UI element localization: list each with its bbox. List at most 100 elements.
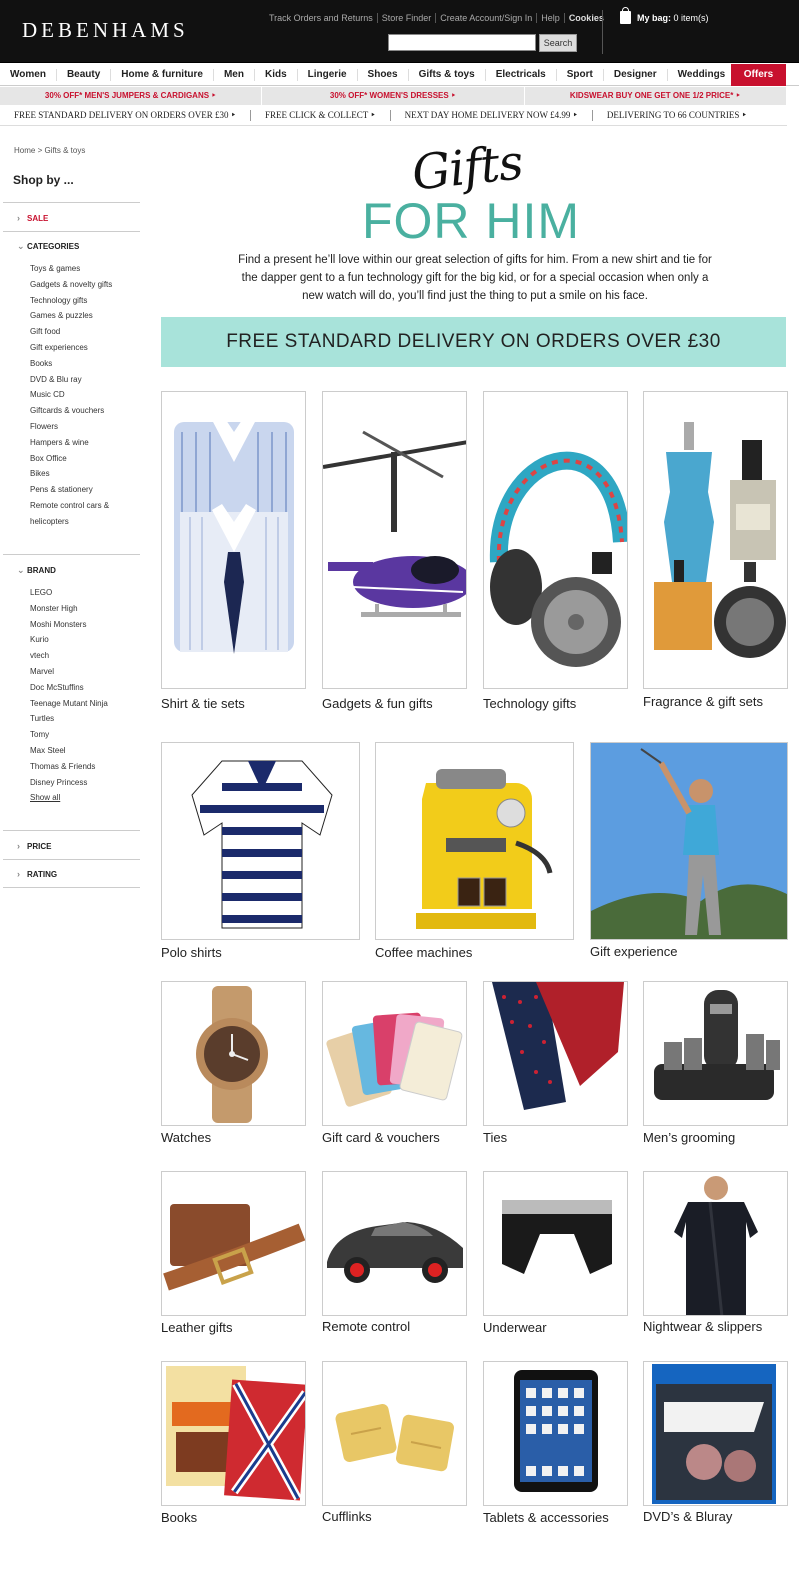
sidebar-item[interactable]: Teenage Mutant Ninja — [30, 698, 108, 714]
sidebar-item[interactable]: Box Office — [30, 453, 112, 469]
tile-leather[interactable] — [161, 1171, 306, 1316]
tile-caption[interactable]: Tablets & accessories — [483, 1510, 609, 1525]
track-orders-link[interactable]: Track Orders and Returns — [265, 13, 378, 23]
tile-caption[interactable]: Books — [161, 1510, 197, 1525]
nav-offers[interactable]: Offers — [731, 64, 786, 86]
tile-cufflinks[interactable] — [322, 1361, 467, 1506]
sidebar-item[interactable]: Marvel — [30, 666, 108, 682]
sidebar-item[interactable]: Pens & stationery — [30, 484, 112, 500]
sidebar-item[interactable]: Gift food — [30, 326, 112, 342]
delivery-free-standard[interactable]: FREE STANDARD DELIVERY ON ORDERS OVER £3… — [0, 110, 252, 121]
nav-women[interactable]: Women — [0, 68, 57, 81]
promo-kidswear[interactable]: KIDSWEAR BUY ONE GET ONE 1/2 PRICE* ‣ — [525, 87, 787, 105]
sidebar-item[interactable]: Moshi Monsters — [30, 619, 108, 635]
sidebar-brand[interactable]: ⌄ BRAND — [17, 565, 56, 576]
sidebar-item[interactable]: Games & puzzles — [30, 310, 112, 326]
sidebar-item[interactable]: vtech — [30, 650, 108, 666]
tile-books[interactable] — [161, 1361, 306, 1506]
tile-nightwear[interactable] — [643, 1171, 788, 1316]
tile-caption[interactable]: Men’s grooming — [643, 1130, 735, 1145]
sidebar-item[interactable]: Tomy — [30, 729, 108, 745]
tile-gadgets[interactable] — [322, 391, 467, 689]
tile-caption[interactable]: Remote control — [322, 1319, 410, 1334]
tile-coffee[interactable] — [375, 742, 574, 940]
promo-womens-dresses[interactable]: 30% OFF* WOMEN'S DRESSES ‣ — [262, 87, 525, 105]
sidebar-item[interactable]: Toys & games — [30, 263, 112, 279]
sidebar-rating[interactable]: › RATING — [17, 869, 57, 879]
tile-underwear[interactable] — [483, 1171, 628, 1316]
nav-weddings[interactable]: Weddings — [668, 68, 737, 81]
tile-tablets[interactable] — [483, 1361, 628, 1506]
tile-ties[interactable] — [483, 981, 628, 1126]
sidebar-price[interactable]: › PRICE — [17, 841, 51, 851]
tile-caption[interactable]: Technology gifts — [483, 696, 576, 711]
delivery-next-day[interactable]: NEXT DAY HOME DELIVERY NOW £4.99 ‣ — [391, 110, 593, 121]
sidebar-item[interactable]: Hampers & wine — [30, 437, 112, 453]
tile-remote-control[interactable] — [322, 1171, 467, 1316]
sidebar-item[interactable]: Remote control cars & — [30, 500, 112, 516]
sidebar-item[interactable]: Technology gifts — [30, 295, 112, 311]
sidebar-item[interactable]: Doc McStuffins — [30, 682, 108, 698]
tile-caption[interactable]: Gadgets & fun gifts — [322, 696, 433, 711]
sidebar-item[interactable]: Books — [30, 358, 112, 374]
tile-caption[interactable]: Watches — [161, 1130, 211, 1145]
promo-mens-jumpers[interactable]: 30% OFF* MEN'S JUMPERS & CARDIGANS ‣ — [0, 87, 263, 105]
tile-fragrance[interactable] — [643, 391, 788, 689]
nav-home-furniture[interactable]: Home & furniture — [111, 68, 214, 81]
sidebar-item[interactable]: Thomas & Friends — [30, 761, 108, 777]
delivery-countries[interactable]: DELIVERING TO 66 COUNTRIES ‣ — [593, 110, 761, 121]
shopping-bag-icon[interactable] — [620, 7, 631, 24]
sidebar-item[interactable]: Flowers — [30, 421, 112, 437]
my-bag[interactable]: My bag: 0 item(s) — [637, 13, 709, 23]
tile-shirt-tie[interactable] — [161, 391, 306, 689]
nav-shoes[interactable]: Shoes — [358, 68, 409, 81]
sidebar-item[interactable]: DVD & Blu ray — [30, 374, 112, 390]
tile-caption[interactable]: Coffee machines — [375, 945, 472, 960]
breadcrumb[interactable]: Home > Gifts & toys — [14, 146, 85, 155]
sidebar-item[interactable]: Gadgets & novelty gifts — [30, 279, 112, 295]
sidebar-item[interactable]: Giftcards & vouchers — [30, 405, 112, 421]
tile-caption[interactable]: Ties — [483, 1130, 507, 1145]
sidebar-item[interactable]: Bikes — [30, 468, 112, 484]
tile-caption[interactable]: Cufflinks — [322, 1509, 372, 1524]
tile-gift-experience[interactable] — [590, 742, 788, 940]
sidebar-item[interactable]: LEGO — [30, 587, 108, 603]
tile-dvd[interactable] — [643, 1361, 788, 1506]
sidebar-categories[interactable]: ⌄ CATEGORIES — [17, 241, 79, 252]
tile-caption[interactable]: Leather gifts — [161, 1320, 233, 1335]
show-all-link[interactable]: Show all — [30, 792, 108, 808]
nav-men[interactable]: Men — [214, 68, 255, 81]
sidebar-sale[interactable]: › SALE — [17, 213, 48, 223]
sidebar-item[interactable]: helicopters — [30, 516, 112, 532]
free-delivery-banner[interactable]: FREE STANDARD DELIVERY ON ORDERS OVER £3… — [161, 317, 786, 367]
sidebar-item[interactable]: Disney Princess — [30, 777, 108, 793]
tile-caption[interactable]: Nightwear & slippers — [643, 1319, 762, 1334]
sidebar-item[interactable]: Gift experiences — [30, 342, 112, 358]
create-account-link[interactable]: Create Account/Sign In — [436, 13, 538, 23]
nav-beauty[interactable]: Beauty — [57, 68, 112, 81]
nav-lingerie[interactable]: Lingerie — [298, 68, 358, 81]
tile-caption[interactable]: Underwear — [483, 1320, 547, 1335]
search-button[interactable]: Search — [539, 34, 577, 52]
delivery-click-collect[interactable]: FREE CLICK & COLLECT ‣ — [251, 110, 391, 121]
nav-electricals[interactable]: Electricals — [486, 68, 557, 81]
sidebar-item[interactable]: Music CD — [30, 389, 112, 405]
search-input[interactable] — [388, 34, 536, 51]
nav-gifts-toys[interactable]: Gifts & toys — [409, 68, 486, 81]
tile-grooming[interactable] — [643, 981, 788, 1126]
tile-caption[interactable]: Fragrance & gift sets — [643, 694, 763, 709]
sidebar-item[interactable]: Max Steel — [30, 745, 108, 761]
tile-gift-cards[interactable] — [322, 981, 467, 1126]
tile-technology[interactable] — [483, 391, 628, 689]
tile-caption[interactable]: DVD’s & Bluray — [643, 1509, 732, 1524]
tile-caption[interactable]: Gift card & vouchers — [322, 1130, 440, 1145]
nav-sport[interactable]: Sport — [557, 68, 604, 81]
sidebar-item[interactable]: Monster High — [30, 603, 108, 619]
sidebar-item[interactable]: Turtles — [30, 713, 108, 729]
store-finder-link[interactable]: Store Finder — [377, 13, 437, 23]
tile-watches[interactable] — [161, 981, 306, 1126]
tile-caption[interactable]: Polo shirts — [161, 945, 222, 960]
nav-kids[interactable]: Kids — [255, 68, 298, 81]
help-link[interactable]: Help — [537, 13, 565, 23]
tile-polo[interactable] — [161, 742, 360, 940]
